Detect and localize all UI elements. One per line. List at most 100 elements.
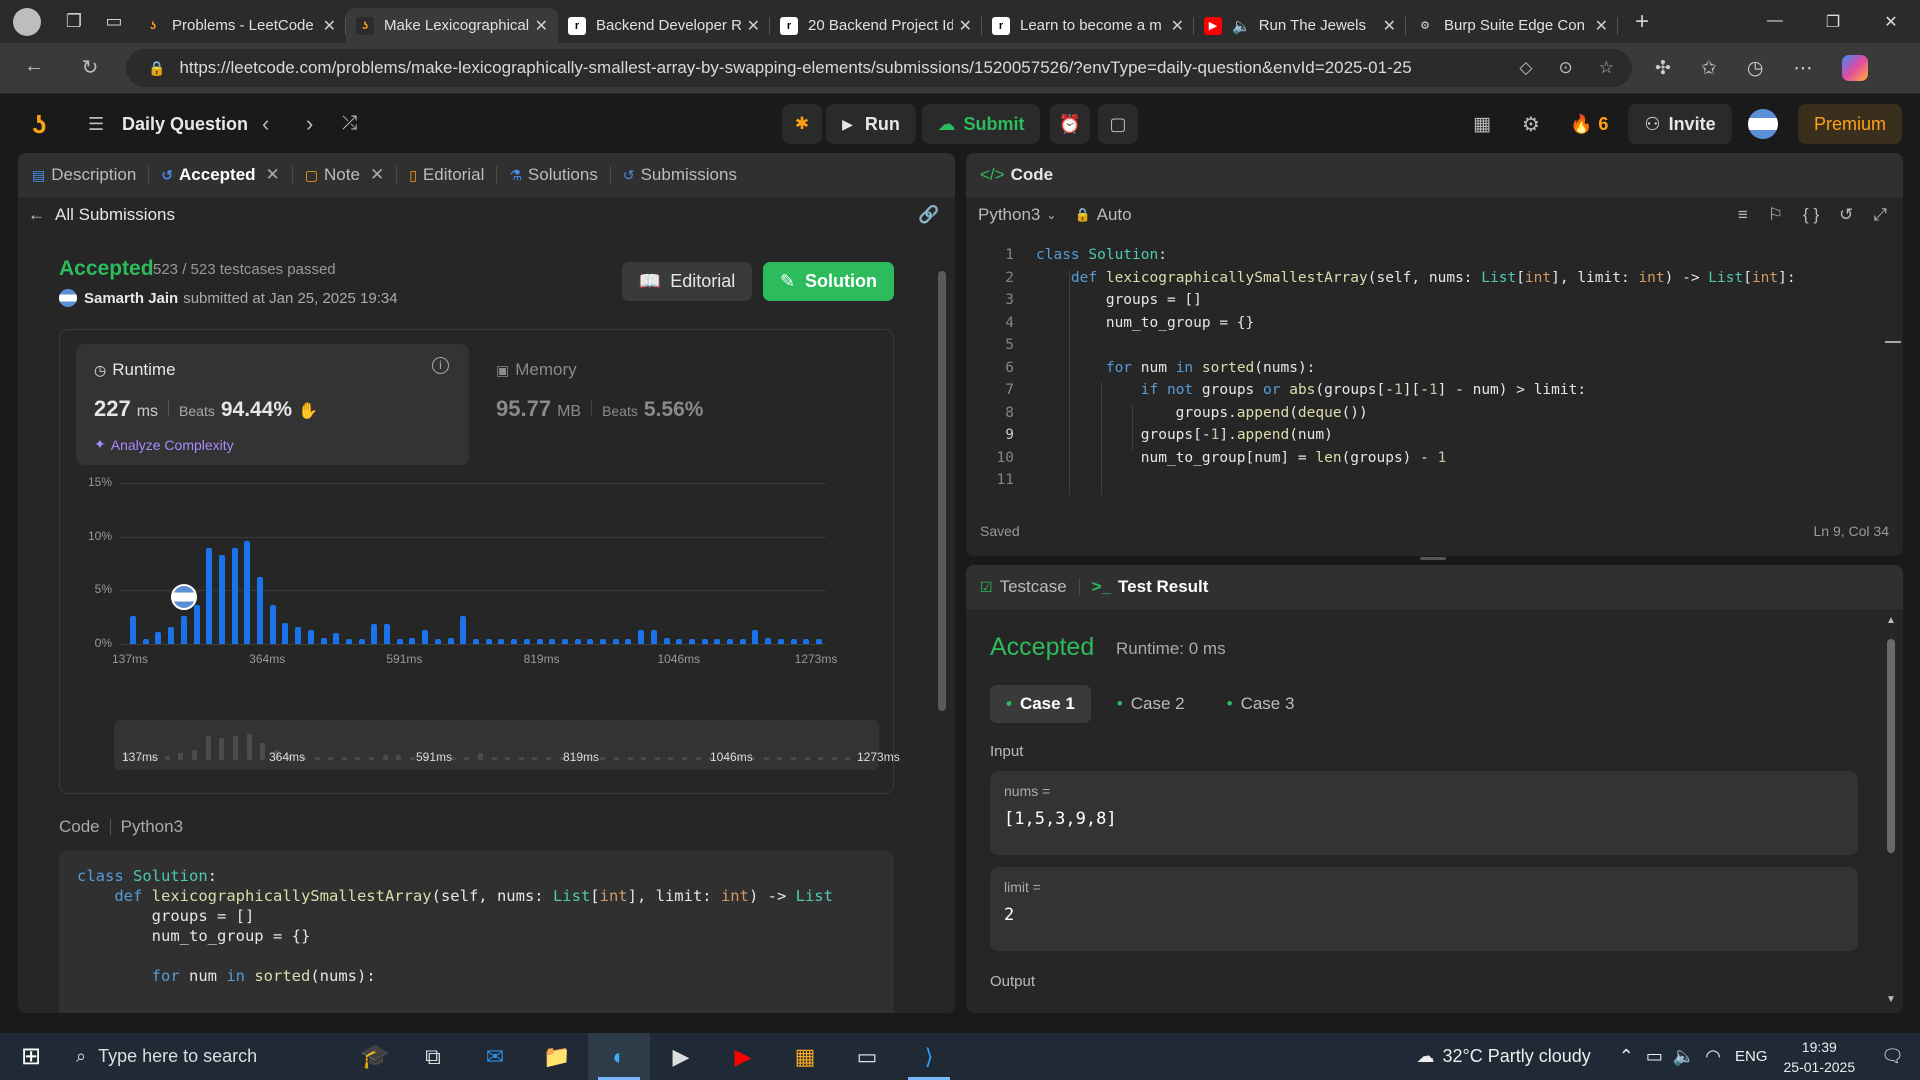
chart-bar[interactable] <box>650 630 657 644</box>
taskbar-search[interactable]: ⌕ Type here to search 🎓 <box>62 1033 402 1080</box>
submit-button[interactable]: ☁ Submit <box>922 104 1040 144</box>
clock[interactable]: 19:39 25-01-2025 <box>1784 1037 1856 1077</box>
tab-editorial[interactable]: ▯ Editorial <box>409 165 484 185</box>
new-tab-icon[interactable]: + <box>1622 0 1662 43</box>
browser-tab[interactable]: r 20 Backend Project Id ✕ <box>770 8 982 43</box>
close-window-icon[interactable]: ✕ <box>1862 12 1920 32</box>
editor-code-line[interactable]: class Solution: <box>1036 247 1903 270</box>
leetcode-logo-icon[interactable]: ʖ <box>32 94 46 154</box>
chart-bar[interactable] <box>130 616 136 644</box>
chart-bar[interactable] <box>777 638 784 644</box>
more-icon[interactable]: ⋯ <box>1793 57 1812 80</box>
problem-list-icon[interactable]: ☰ <box>88 94 104 154</box>
all-submissions-link[interactable]: ← All Submissions <box>28 205 175 225</box>
user-avatar[interactable] <box>1748 94 1778 154</box>
speaker-icon[interactable]: 🔈 <box>1232 17 1251 35</box>
editor-code-line[interactable]: groups = [] <box>1036 292 1903 315</box>
chart-bar[interactable] <box>663 637 670 644</box>
chart-bar[interactable] <box>371 623 378 644</box>
tab-test-result[interactable]: >_ Test Result <box>1092 577 1209 597</box>
run-button[interactable]: ▶ Run <box>826 104 916 144</box>
chart-bar[interactable] <box>409 637 416 644</box>
editor-code-line[interactable]: groups.append(deque()) <box>1036 405 1903 428</box>
close-tab-icon[interactable]: ✕ <box>1171 16 1184 36</box>
lock-icon[interactable]: 🔒 <box>148 60 165 77</box>
notifications-icon[interactable]: 🗨 <box>1881 1046 1904 1067</box>
runtime-range-overview[interactable]: 137ms 364ms 591ms 819ms 1046ms 1273ms <box>114 720 900 770</box>
result-scrollbar[interactable]: ▲ ▼ <box>1886 615 1896 1005</box>
wifi-icon[interactable]: ◠ <box>1705 1046 1721 1067</box>
terminal-icon[interactable]: ▭ <box>836 1033 898 1080</box>
chart-bar[interactable] <box>803 638 810 644</box>
reader-icon[interactable]: ⊙ <box>1559 58 1573 78</box>
chart-bar[interactable] <box>625 638 632 644</box>
chart-bar[interactable] <box>358 638 365 644</box>
weather-icon[interactable]: ☁ <box>1416 1046 1434 1067</box>
invite-button[interactable]: ⚇ Invite <box>1628 104 1732 144</box>
submitter-name[interactable]: Samarth Jain <box>84 290 178 307</box>
minimize-icon[interactable]: — <box>1746 12 1804 32</box>
case-tab-1[interactable]: • Case 1 <box>990 685 1091 723</box>
chart-bar[interactable] <box>422 630 429 644</box>
chart-bar[interactable] <box>523 638 530 644</box>
prev-problem-icon[interactable]: ‹ <box>262 94 269 154</box>
layout-icon[interactable]: ▦ <box>1473 94 1491 154</box>
chart-bar[interactable] <box>180 616 187 644</box>
chart-bar[interactable] <box>727 638 734 644</box>
chart-bar[interactable] <box>765 637 772 644</box>
chart-bar[interactable] <box>320 637 327 644</box>
vscode-icon[interactable]: ⟩ <box>898 1033 960 1080</box>
editor-code-line[interactable]: if not groups or abs(groups[-1][-1] - nu… <box>1036 382 1903 405</box>
chart-bar[interactable] <box>333 633 340 644</box>
chart-bar[interactable] <box>688 638 695 644</box>
workspaces-icon[interactable]: ❐ <box>54 0 94 43</box>
timer-icon[interactable]: ⏰ <box>1050 104 1090 144</box>
outlook-icon[interactable]: ✉ <box>464 1033 526 1080</box>
tab-description[interactable]: ▤ Description <box>32 165 136 185</box>
profile-avatar-icon[interactable] <box>0 0 54 43</box>
chart-bar[interactable] <box>269 605 276 644</box>
volume-icon[interactable]: 🔈 <box>1673 1046 1695 1067</box>
chart-bar[interactable] <box>701 638 708 644</box>
browser-tab[interactable]: ▶ 🔈 Run The Jewels ✕ <box>1194 8 1406 43</box>
windows-start-icon[interactable]: ⊞ <box>0 1033 62 1080</box>
copy-link-icon[interactable]: 🔗 <box>918 205 939 225</box>
reset-icon[interactable]: ↺ <box>1839 205 1853 225</box>
browser-tab[interactable]: ⚙ Burp Suite Edge Con ✕ <box>1406 8 1618 43</box>
editor-code-line[interactable]: num_to_group = {} <box>1036 315 1903 338</box>
settings-icon[interactable]: ⚙ <box>1522 94 1540 154</box>
left-scrollbar[interactable] <box>938 253 946 1003</box>
browser-tab[interactable]: ʖ Make Lexicographically ✕ <box>346 8 558 43</box>
youtube-icon[interactable]: ▶ <box>712 1033 774 1080</box>
case-tab-2[interactable]: • Case 2 <box>1101 685 1201 723</box>
tab-actions-icon[interactable]: ▭ <box>94 0 134 43</box>
chart-bar[interactable] <box>434 638 441 644</box>
your-runtime-marker[interactable] <box>170 584 197 611</box>
language-select[interactable]: Python3 ⌄ <box>978 205 1056 225</box>
code-editor[interactable]: 1 2 3 4 5 6 7 8 9 10 11 class Solution: def lexico… <box>966 247 1903 507</box>
editor-code-line[interactable]: def lexicographicallySmallestArray(self,… <box>1036 270 1903 293</box>
close-tab-icon[interactable]: ✕ <box>535 16 548 36</box>
browser-tab[interactable]: ʖ Problems - LeetCode ✕ <box>134 8 346 43</box>
chart-bar[interactable] <box>244 540 251 644</box>
chart-bar[interactable] <box>218 554 225 644</box>
chart-bar[interactable] <box>206 548 213 644</box>
file-explorer-icon[interactable]: 📁 <box>526 1033 588 1080</box>
url-field[interactable]: 🔒 https://leetcode.com/problems/make-lex… <box>126 49 1632 87</box>
chart-bar[interactable] <box>142 638 149 644</box>
input-param-value[interactable]: 2 <box>1004 905 1844 925</box>
case-tab-3[interactable]: • Case 3 <box>1211 685 1311 723</box>
memory-card[interactable]: ▣ Memory 95.77 MB Beats 5.56% <box>488 344 881 465</box>
task-view-icon[interactable]: ⧉ <box>402 1033 464 1080</box>
chart-bar[interactable] <box>739 638 746 644</box>
note-icon[interactable]: ▢ <box>1098 104 1138 144</box>
editorial-button[interactable]: 📖 Editorial <box>622 262 752 301</box>
refresh-icon[interactable]: ↻ <box>66 55 114 80</box>
chart-bar[interactable] <box>345 638 352 644</box>
daily-question-link[interactable]: Daily Question <box>122 94 248 154</box>
chart-bar[interactable] <box>193 605 200 644</box>
chart-bar[interactable] <box>473 638 479 644</box>
shuffle-icon[interactable]: ⤮ <box>342 94 357 154</box>
chart-bar[interactable] <box>396 638 403 644</box>
info-icon[interactable]: i <box>432 357 449 374</box>
